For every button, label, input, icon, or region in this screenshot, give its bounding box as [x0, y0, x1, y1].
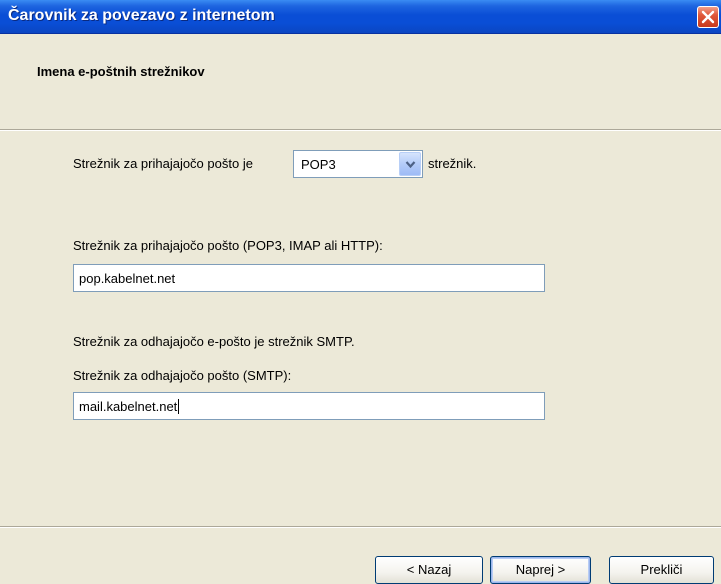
window-title: Čarovnik za povezavo z internetom: [8, 7, 275, 24]
incoming-server-type-select[interactable]: POP3: [293, 150, 423, 178]
page-title: Imena e-poštnih strežnikov: [37, 64, 205, 79]
wizard-dialog: Čarovnik za povezavo z internetom Imena …: [0, 0, 721, 584]
incoming-server-input[interactable]: pop.kabelnet.net: [73, 264, 545, 292]
back-button[interactable]: < Nazaj: [375, 556, 483, 584]
title-bar[interactable]: Čarovnik za povezavo z internetom: [0, 0, 721, 34]
footer-divider-highlight: [0, 527, 721, 528]
close-icon: [701, 10, 715, 24]
incoming-type-suffix: strežnik.: [428, 156, 477, 171]
incoming-server-value: pop.kabelnet.net: [79, 271, 176, 286]
close-button[interactable]: [697, 6, 719, 28]
text-caret: [178, 399, 180, 414]
outgoing-server-label: Strežnik za odhajajočo pošto (SMTP):: [73, 368, 292, 383]
incoming-server-label: Strežnik za prihajajočo pošto (POP3, IMA…: [73, 238, 383, 253]
next-button[interactable]: Naprej >: [490, 556, 591, 584]
wizard-header: Imena e-poštnih strežnikov: [0, 34, 721, 131]
outgoing-server-field: mail.kabelnet.net: [79, 399, 180, 414]
incoming-server-type-value: POP3: [301, 157, 336, 172]
dropdown-button[interactable]: [399, 152, 421, 176]
incoming-type-label: Strežnik za prihajajočo pošto je: [73, 156, 253, 171]
chevron-down-icon: [405, 161, 416, 169]
cancel-button[interactable]: Prekliči: [609, 556, 714, 584]
outgoing-info-text: Strežnik za odhajajočo e-pošto je strežn…: [73, 334, 355, 349]
outgoing-server-value: mail.kabelnet.net: [79, 399, 178, 414]
outgoing-server-input[interactable]: mail.kabelnet.net: [73, 392, 545, 420]
